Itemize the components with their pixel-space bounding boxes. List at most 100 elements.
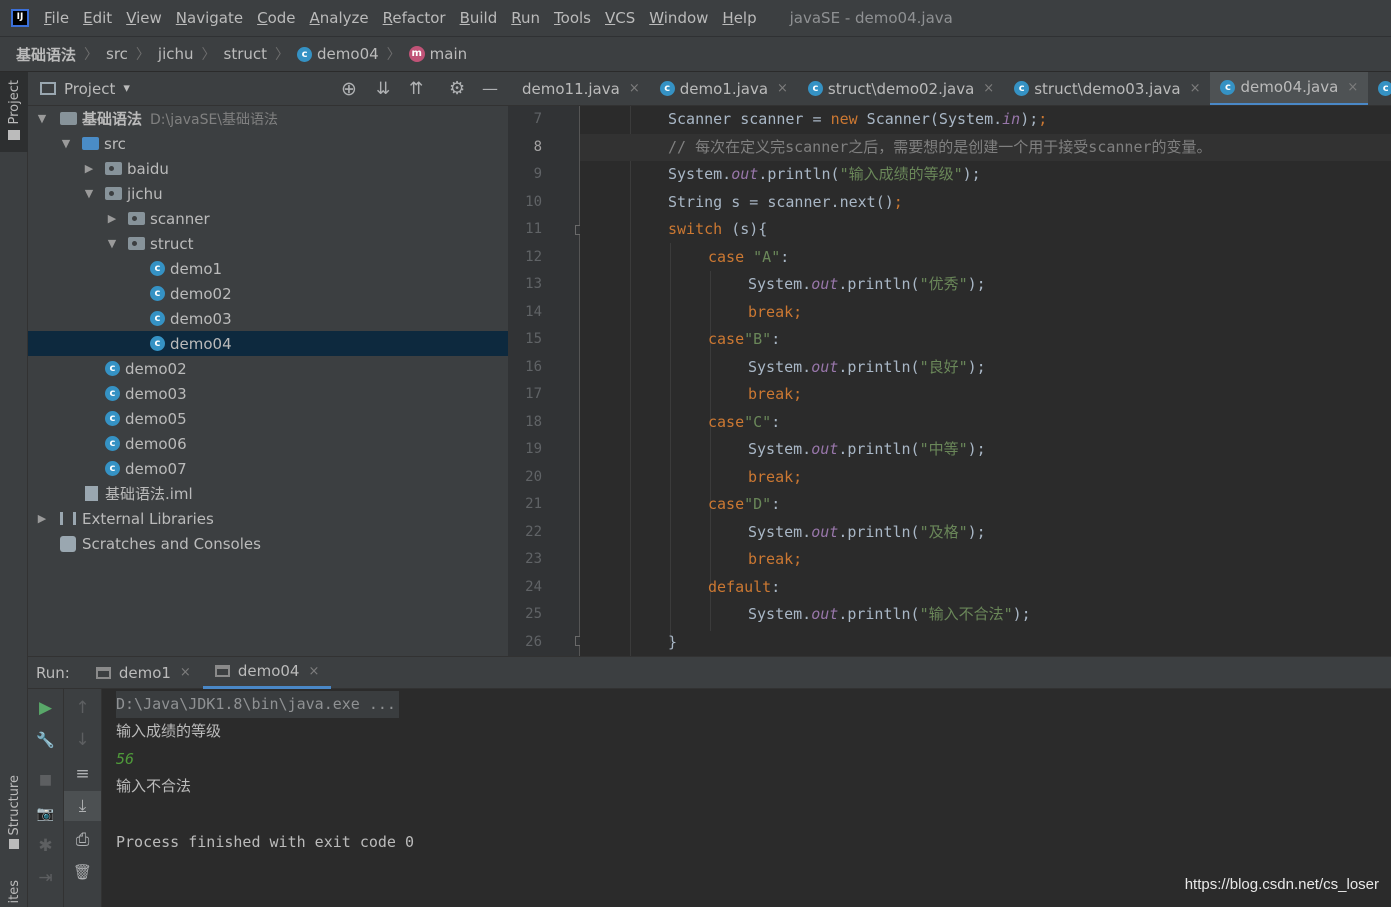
menu-vcs[interactable]: VCS <box>605 9 635 27</box>
menu-run[interactable]: Run <box>511 9 540 27</box>
project-tool-button[interactable]: Project <box>0 72 28 152</box>
tree-item-jichu-demo06[interactable]: c demo06 <box>28 431 585 456</box>
tab-demo04[interactable]: c demo04.java × <box>1210 72 1369 105</box>
arrow-down-icon[interactable]: ↓ <box>64 725 101 755</box>
intellij-logo-icon: IJ <box>11 9 29 27</box>
tree-item-struct[interactable]: ▼ struct <box>28 231 584 256</box>
tab-demo11[interactable]: demo11.java × <box>508 72 650 105</box>
menu-refactor[interactable]: Refactor <box>383 9 446 27</box>
scroll-to-end-icon[interactable]: ⤓ <box>64 791 101 821</box>
code-line-9: System.out.println("输入成绩的等级"); <box>668 165 981 183</box>
menu-code[interactable]: Code <box>257 9 295 27</box>
run-tab-demo04[interactable]: demo04 × <box>202 656 332 689</box>
soft-wrap-icon[interactable]: ≡ <box>64 759 101 789</box>
tree-item-jichu[interactable]: ▼ jichu <box>28 181 561 206</box>
close-icon[interactable]: × <box>1347 80 1358 95</box>
wrench-icon[interactable]: 🔧 <box>28 725 63 755</box>
console-prompt-line: 输入成绩的等级 <box>116 722 222 740</box>
tree-item-jichu-demo05[interactable]: c demo05 <box>28 406 585 431</box>
console-icon <box>95 666 111 679</box>
expand-all-icon[interactable]: ⇊ <box>376 79 390 99</box>
collapse-all-icon[interactable]: ⇈ <box>409 79 423 99</box>
tree-item-src[interactable]: ▼ src <box>28 131 538 156</box>
chevron-down-icon[interactable]: ▼ <box>81 187 97 200</box>
breadcrumb-main-label: main <box>429 45 468 63</box>
tree-item-jichu-demo02[interactable]: c demo02 <box>28 356 585 381</box>
package-icon <box>128 237 145 250</box>
menu-edit[interactable]: Edit <box>83 9 112 27</box>
console-command-line[interactable]: D:\Java\JDK1.8\bin\java.exe ... <box>116 691 399 718</box>
source-folder-icon <box>82 137 99 150</box>
code-line-25: System.out.println("输入不合法"); <box>748 605 1031 623</box>
menu-help[interactable]: Help <box>722 9 756 27</box>
tree-label: demo07 <box>125 459 187 478</box>
tree-label: baidu <box>127 159 169 178</box>
close-icon[interactable]: × <box>983 81 994 96</box>
chevron-down-icon[interactable]: ▼ <box>104 237 120 250</box>
tree-item-external-libraries[interactable]: ▶ External Libraries <box>28 506 514 531</box>
breadcrumb-src[interactable]: src <box>106 45 128 63</box>
tab-overflow[interactable]: c <box>1368 72 1391 105</box>
line-number: 15 <box>525 331 542 347</box>
code-editor[interactable]: Scanner scanner = new Scanner(System.in)… <box>580 106 1391 656</box>
menu-window[interactable]: Window <box>649 9 708 27</box>
breadcrumb-struct[interactable]: struct <box>224 45 268 63</box>
breadcrumb-jichu[interactable]: jichu <box>158 45 194 63</box>
favorites-tool-button[interactable]: ites <box>0 880 28 907</box>
breadcrumb: 基础语法 〉 src 〉 jichu 〉 struct 〉 c demo04 〉 … <box>0 36 1391 72</box>
breadcrumb-separator: 〉 <box>275 47 290 63</box>
chevron-right-icon[interactable]: ▶ <box>81 162 97 175</box>
menu-analyze[interactable]: Analyze <box>310 9 369 27</box>
tree-item-jichu-demo03[interactable]: c demo03 <box>28 381 585 406</box>
breadcrumb-separator: 〉 <box>201 47 216 63</box>
trash-icon[interactable]: 🗑 <box>64 857 101 887</box>
project-view-title[interactable]: Project <box>64 80 115 98</box>
stop-icon[interactable]: ■ <box>28 765 63 795</box>
tree-item-root[interactable]: ▼ 基础语法 D:\javaSE\基础语法 <box>28 106 508 131</box>
close-icon[interactable]: × <box>1190 81 1201 96</box>
menu-file[interactable]: File <box>44 9 69 27</box>
menu-navigate[interactable]: Navigate <box>176 9 243 27</box>
tab-demo1[interactable]: c demo1.java × <box>650 72 798 105</box>
gear-icon[interactable]: ⚙ <box>449 78 465 99</box>
hide-panel-icon[interactable]: — <box>482 79 498 98</box>
login-icon[interactable]: ⇥ <box>28 863 63 893</box>
breadcrumb-project[interactable]: 基础语法 <box>16 44 76 65</box>
line-number: 20 <box>525 468 542 485</box>
breadcrumb-main[interactable]: m main <box>408 45 468 63</box>
tab-struct-demo02[interactable]: c struct\demo02.java × <box>798 72 1004 105</box>
line-number: 16 <box>525 358 542 375</box>
code-line-26: } <box>668 632 678 651</box>
menu-tools[interactable]: Tools <box>554 9 591 27</box>
code-line-8: // 每次在定义完scanner之后，需要想的是创建一个用于接受scanner的… <box>580 133 1391 161</box>
close-icon[interactable]: × <box>777 81 788 96</box>
chevron-down-icon[interactable]: ▼ <box>58 137 74 150</box>
locate-file-icon[interactable]: ⊕ <box>341 78 357 100</box>
breadcrumb-demo04[interactable]: c demo04 <box>297 45 379 63</box>
bug-icon[interactable]: ✱ <box>28 831 63 861</box>
console-output[interactable]: D:\Java\JDK1.8\bin\java.exe ... 输入成绩的等级 … <box>102 689 1391 907</box>
close-icon[interactable]: × <box>308 664 319 679</box>
tree-item-baidu[interactable]: ▶ baidu <box>28 156 561 181</box>
close-icon[interactable]: × <box>629 81 640 96</box>
tree-label: demo05 <box>125 409 187 428</box>
tree-item-scratches[interactable]: Scratches and Consoles <box>28 531 540 556</box>
run-tab-demo1[interactable]: demo1 × <box>84 656 203 689</box>
arrow-up-icon[interactable]: ↑ <box>64 693 101 723</box>
camera-icon[interactable]: 📷 <box>28 799 63 829</box>
chevron-down-icon[interactable]: ▾ <box>123 81 130 96</box>
tree-item-scanner[interactable]: ▶ scanner <box>28 206 584 231</box>
chevron-down-icon[interactable]: ▼ <box>34 112 50 125</box>
menu-build[interactable]: Build <box>460 9 498 27</box>
menu-view[interactable]: View <box>126 9 162 27</box>
tree-item-jichu-demo07[interactable]: c demo07 <box>28 456 585 481</box>
tab-struct-demo03[interactable]: c struct\demo03.java × <box>1004 72 1210 105</box>
chevron-right-icon[interactable]: ▶ <box>104 212 120 225</box>
rerun-icon[interactable]: ▶ <box>28 693 63 723</box>
line-number: 8 <box>533 138 542 155</box>
tree-item-iml[interactable]: 基础语法.iml <box>28 481 565 506</box>
close-icon[interactable]: × <box>180 665 191 680</box>
structure-tool-button[interactable]: Structure <box>0 775 28 865</box>
print-icon[interactable]: ⎙ <box>64 825 101 855</box>
chevron-right-icon[interactable]: ▶ <box>34 512 50 525</box>
